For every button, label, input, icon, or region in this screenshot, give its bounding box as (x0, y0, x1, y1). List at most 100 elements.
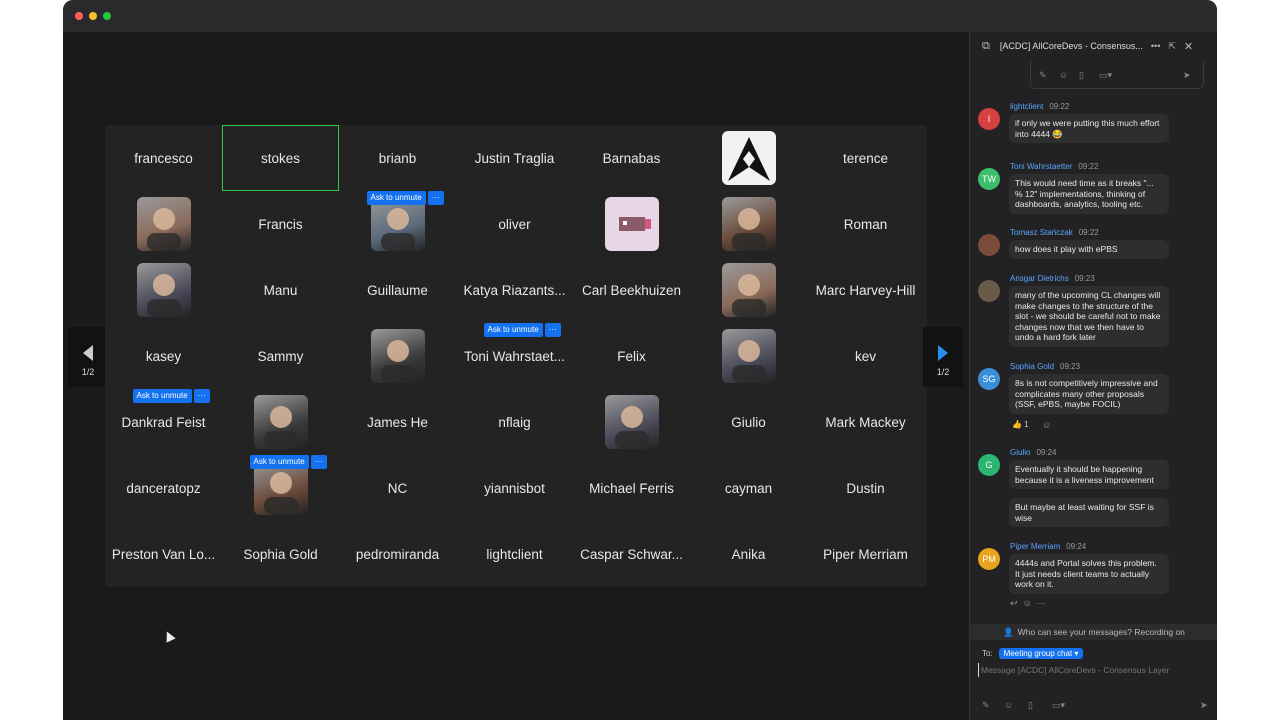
ask-to-unmute-button[interactable]: Ask to unmute (249, 455, 309, 469)
screenshot-icon[interactable]: ▭▾ (1099, 70, 1112, 81)
participant-tile[interactable]: Dankrad Feist Ask to unmute ··· (105, 389, 222, 455)
participant-tile[interactable]: NC (339, 455, 456, 521)
message-bubble[interactable]: 4444s and Portal solves this problem. It… (1009, 554, 1169, 594)
message-input[interactable] (978, 663, 1211, 677)
participant-tile[interactable]: Carl Beekhuizen (573, 257, 690, 323)
participant-tile[interactable]: Francis (222, 191, 339, 257)
participant-more-button[interactable]: ··· (193, 389, 210, 403)
sender-name[interactable]: Giulio 09:24 (1010, 448, 1056, 457)
sender-name[interactable]: Toni Wahrstaetter 09:22 (1010, 162, 1098, 171)
message-bubble[interactable]: how does it play with ePBS (1009, 240, 1169, 259)
format-icon[interactable]: ✎ (982, 700, 990, 711)
participant-tile[interactable] (339, 323, 456, 389)
participant-tile[interactable]: Giulio (690, 389, 807, 455)
recipient-dropdown[interactable]: Meeting group chat ▾ (998, 648, 1084, 659)
participant-tile[interactable]: Sophia Gold (222, 521, 339, 587)
message-bubble[interactable]: This would need time as it breaks "... %… (1009, 174, 1169, 214)
participant-tile[interactable] (573, 191, 690, 257)
participant-tile[interactable] (690, 125, 807, 191)
emoji-icon[interactable]: ☺ (1059, 70, 1068, 80)
participant-tile[interactable]: Michael Ferris (573, 455, 690, 521)
participant-tile[interactable]: Ask to unmute ··· (339, 191, 456, 257)
popout-icon[interactable]: ⇱ (1168, 41, 1176, 52)
visibility-notice[interactable]: 👤 Who can see your messages? Recording o… (970, 624, 1217, 640)
participant-tile[interactable]: Katya Riazants... (456, 257, 573, 323)
message-bubble[interactable]: many of the upcoming CL changes will mak… (1009, 286, 1169, 347)
screenshot-icon[interactable]: ▭▾ (1052, 700, 1065, 711)
participant-tile[interactable]: yiannisbot (456, 455, 573, 521)
participant-more-button[interactable]: ··· (310, 455, 327, 469)
next-page-button[interactable]: 1/2 (923, 327, 963, 387)
participant-tile[interactable]: cayman (690, 455, 807, 521)
participant-tile[interactable] (573, 389, 690, 455)
sender-name[interactable]: lightclient 09:22 (1010, 102, 1069, 111)
participant-tile[interactable] (690, 323, 807, 389)
participant-tile[interactable]: kev (807, 323, 924, 389)
participant-more-button[interactable]: ··· (427, 191, 444, 205)
participant-tile[interactable]: Felix (573, 323, 690, 389)
emoji-icon[interactable]: ☺ (1004, 700, 1013, 710)
participant-tile[interactable]: francesco (105, 125, 222, 191)
participant-tile[interactable]: danceratopz (105, 455, 222, 521)
participant-tile[interactable]: kasey (105, 323, 222, 389)
close-window-button[interactable] (75, 12, 83, 20)
sender-name[interactable]: Tomasz Stańczak 09:22 (1010, 228, 1099, 237)
avatar[interactable] (978, 280, 1000, 302)
participant-tile[interactable] (222, 389, 339, 455)
participant-tile[interactable]: Mark Mackey (807, 389, 924, 455)
more-options-icon[interactable]: ··· (1037, 598, 1046, 608)
ask-to-unmute-button[interactable]: Ask to unmute (132, 389, 192, 403)
ask-to-unmute-button[interactable]: Ask to unmute (366, 191, 426, 205)
avatar[interactable] (978, 234, 1000, 256)
participant-tile[interactable]: Guillaume (339, 257, 456, 323)
more-options-icon[interactable]: ••• (1151, 41, 1160, 51)
previous-page-button[interactable]: 1/2 (68, 327, 108, 387)
minimize-window-button[interactable] (89, 12, 97, 20)
reply-icon[interactable]: ↩ (1010, 598, 1018, 608)
participant-tile[interactable]: Toni Wahrstaet... Ask to unmute ··· (456, 323, 573, 389)
sender-name[interactable]: Sophia Gold 09:23 (1010, 362, 1080, 371)
participant-tile[interactable]: stokes (222, 125, 339, 191)
sender-name[interactable]: Piper Merriam 09:24 (1010, 542, 1086, 551)
participant-tile[interactable] (105, 191, 222, 257)
avatar[interactable]: l (978, 108, 1000, 130)
participant-tile[interactable]: Justin Traglia (456, 125, 573, 191)
participant-tile[interactable]: pedromiranda (339, 521, 456, 587)
participant-tile[interactable] (105, 257, 222, 323)
participant-tile[interactable]: Sammy (222, 323, 339, 389)
participant-tile[interactable]: lightclient (456, 521, 573, 587)
participant-tile[interactable] (690, 257, 807, 323)
format-icon[interactable]: ✎ (1039, 70, 1047, 81)
participant-tile[interactable]: Anika (690, 521, 807, 587)
reaction-badge[interactable]: 👍 1 (1012, 420, 1029, 429)
participant-more-button[interactable]: ··· (544, 323, 561, 337)
avatar[interactable]: TW (978, 168, 1000, 190)
sender-name[interactable]: Ansgar Dietrichs 09:23 (1010, 274, 1095, 283)
ask-to-unmute-button[interactable]: Ask to unmute (483, 323, 543, 337)
close-icon[interactable]: ✕ (1184, 40, 1193, 53)
participant-tile[interactable]: Barnabas (573, 125, 690, 191)
add-reaction-icon[interactable]: ☺ (1042, 420, 1051, 430)
message-bubble[interactable]: Eventually it should be happening becaus… (1009, 460, 1169, 489)
participant-tile[interactable]: nflaig (456, 389, 573, 455)
file-icon[interactable]: ▯ (1079, 70, 1084, 81)
participant-tile[interactable]: Dustin (807, 455, 924, 521)
file-icon[interactable]: ▯ (1028, 700, 1033, 711)
participant-tile[interactable]: oliver (456, 191, 573, 257)
participant-tile[interactable]: Caspar Schwar... (573, 521, 690, 587)
send-icon[interactable]: ➤ (1200, 700, 1208, 711)
message-bubble[interactable]: 8s is not competitively impressive and c… (1009, 374, 1169, 414)
participant-tile[interactable]: Roman (807, 191, 924, 257)
participant-tile[interactable]: terence (807, 125, 924, 191)
participant-tile[interactable] (690, 191, 807, 257)
participant-tile[interactable]: brianb (339, 125, 456, 191)
participant-tile[interactable]: Piper Merriam (807, 521, 924, 587)
add-reaction-icon[interactable]: ☺ (1023, 598, 1032, 608)
participant-tile[interactable]: Manu (222, 257, 339, 323)
send-icon[interactable]: ➤ (1183, 70, 1191, 81)
message-bubble[interactable]: if only we were putting this much effort… (1009, 114, 1169, 143)
avatar[interactable]: G (978, 454, 1000, 476)
participant-tile[interactable]: Marc Harvey-Hill (807, 257, 924, 323)
participant-tile[interactable]: Preston Van Lo... (105, 521, 222, 587)
message-bubble[interactable]: But maybe at least waiting for SSF is wi… (1009, 498, 1169, 527)
